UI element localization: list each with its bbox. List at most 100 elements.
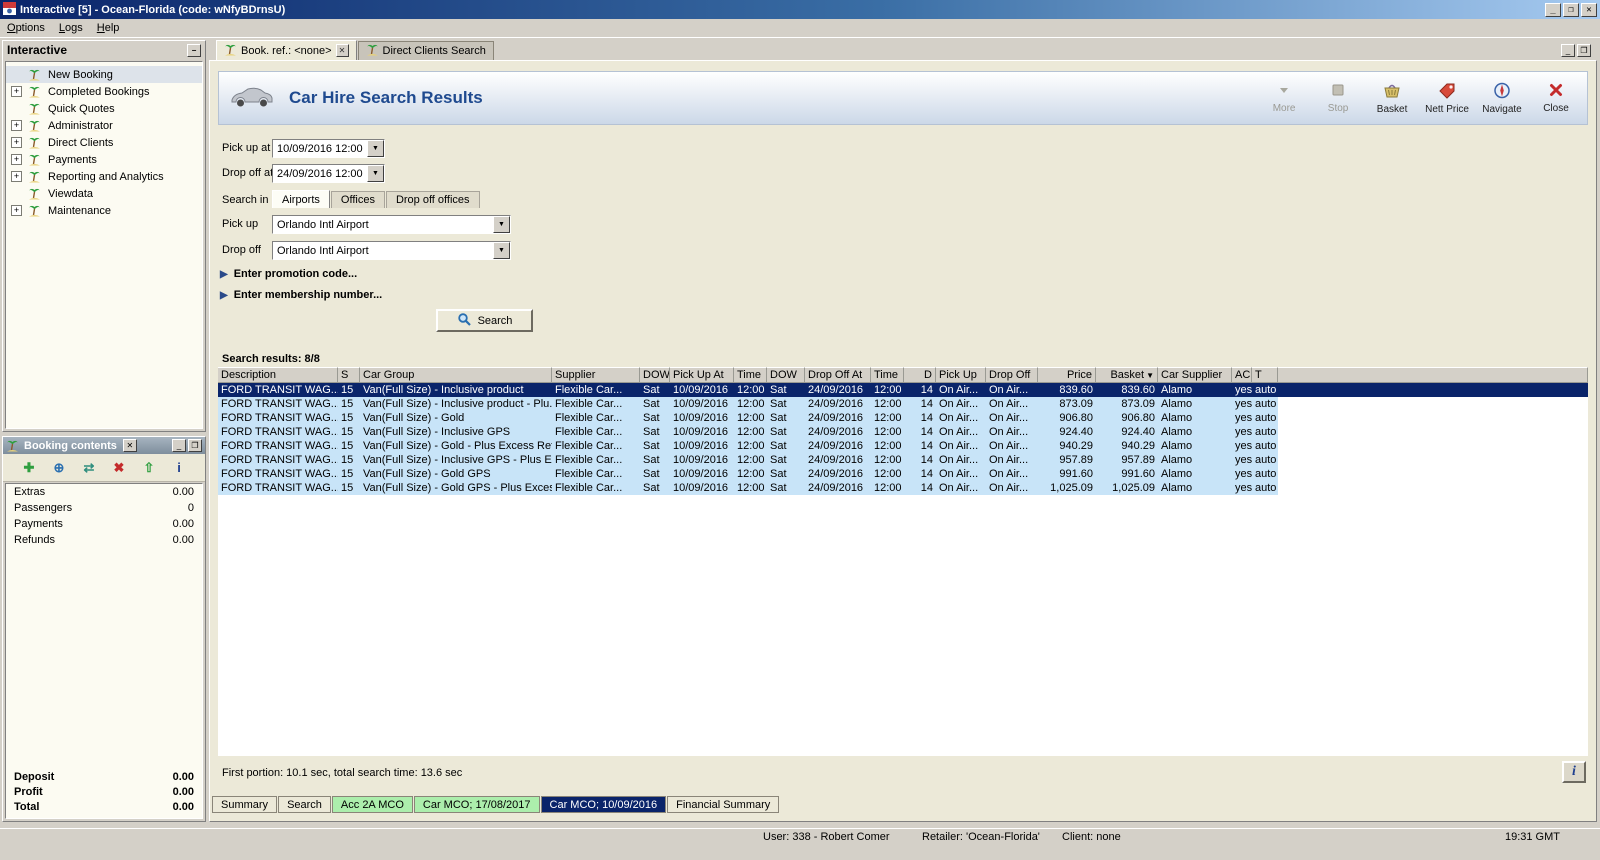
content-panel: Car Hire Search Results More Stop Basket Ne… bbox=[209, 60, 1597, 822]
delete-icon[interactable]: ✖ bbox=[110, 459, 128, 477]
column-header-dow[interactable]: DOW bbox=[767, 367, 805, 383]
transfer-icon[interactable]: ⇄ bbox=[80, 459, 98, 477]
sidebar-item-reporting-and-analytics[interactable]: + Reporting and Analytics bbox=[6, 168, 202, 185]
search-in-tab-airports[interactable]: Airports bbox=[272, 190, 330, 208]
chevron-down-icon[interactable]: ▼ bbox=[493, 216, 510, 233]
column-header-drop-off[interactable]: Drop Off bbox=[986, 367, 1038, 383]
expand-icon[interactable]: + bbox=[11, 154, 22, 165]
pickup-combo[interactable]: Orlando Intl Airport ▼ bbox=[272, 215, 511, 234]
expand-icon[interactable]: + bbox=[11, 120, 22, 131]
bottom-tab-car-mco-17-08-2017[interactable]: Car MCO; 17/08/2017 bbox=[413, 796, 540, 813]
menu-item-options[interactable]: Options bbox=[0, 20, 52, 36]
column-header-ac[interactable]: AC bbox=[1232, 367, 1252, 383]
sidebar-item-new-booking[interactable]: New Booking bbox=[6, 66, 202, 83]
tab-book-ref-none[interactable]: Book. ref.: <none> ✕ bbox=[216, 40, 357, 60]
sidebar-item-label: Maintenance bbox=[48, 204, 111, 217]
info-button[interactable]: i bbox=[1562, 761, 1586, 783]
promotion-expander[interactable]: ▶ Enter promotion code... bbox=[220, 268, 357, 280]
globe-icon[interactable]: ⊕ bbox=[50, 459, 68, 477]
column-header-t[interactable]: T bbox=[1252, 367, 1278, 383]
table-row[interactable]: FORD TRANSIT WAG... 15 Van(Full Size) - Go… bbox=[218, 411, 1588, 425]
table-row[interactable]: FORD TRANSIT WAG... 15 Van(Full Size) - Go… bbox=[218, 439, 1588, 453]
close-button[interactable]: Close bbox=[1535, 82, 1577, 115]
column-header-drop-off-at[interactable]: Drop Off At bbox=[805, 367, 871, 383]
bottom-tab-summary[interactable]: Summary bbox=[212, 796, 278, 813]
bottom-tab-search[interactable]: Search bbox=[278, 796, 331, 813]
move-up-icon[interactable]: ⇧ bbox=[140, 459, 158, 477]
sidebar-item-viewdata[interactable]: Viewdata bbox=[6, 185, 202, 202]
tab-direct-clients-search[interactable]: Direct Clients Search bbox=[357, 41, 494, 60]
expand-icon[interactable]: + bbox=[11, 86, 22, 97]
sidebar-item-completed-bookings[interactable]: + Completed Bookings bbox=[6, 83, 202, 100]
column-header-pick-up[interactable]: Pick Up bbox=[936, 367, 986, 383]
bottom-tab-car-mco-10-09-2016[interactable]: Car MCO; 10/09/2016 bbox=[540, 796, 667, 813]
table-row[interactable]: FORD TRANSIT WAG... 15 Van(Full Size) - In… bbox=[218, 425, 1588, 439]
sidebar-item-administrator[interactable]: + Administrator bbox=[6, 117, 202, 134]
basket-button[interactable]: Basket bbox=[1371, 82, 1413, 115]
info-icon[interactable]: i bbox=[170, 459, 188, 477]
table-row[interactable]: FORD TRANSIT WAG... 15 Van(Full Size) - In… bbox=[218, 453, 1588, 467]
column-header-supplier[interactable]: Supplier bbox=[552, 367, 640, 383]
maximize-icon[interactable]: ❐ bbox=[1563, 2, 1579, 17]
table-row[interactable]: FORD TRANSIT WAG... 15 Van(Full Size) - Go… bbox=[218, 481, 1588, 495]
column-header-dow[interactable]: DOW bbox=[640, 367, 670, 383]
navigate-button[interactable]: Navigate bbox=[1481, 82, 1523, 115]
menu-item-logs[interactable]: Logs bbox=[52, 20, 90, 36]
cell: 924.40 bbox=[1038, 425, 1096, 439]
bottom-tab-financial-summary[interactable]: Financial Summary bbox=[667, 796, 780, 813]
cell: auto bbox=[1252, 453, 1278, 467]
column-header-time[interactable]: Time bbox=[871, 367, 904, 383]
close-icon[interactable]: ✕ bbox=[1581, 2, 1597, 17]
minimize-icon[interactable]: _ bbox=[1561, 44, 1575, 57]
sidebar-item-payments[interactable]: + Payments bbox=[6, 151, 202, 168]
minimize-icon[interactable]: _ bbox=[172, 439, 186, 452]
column-header-d[interactable]: D bbox=[904, 367, 936, 383]
search-in-tab-offices[interactable]: Offices bbox=[330, 191, 385, 208]
menu-item-help[interactable]: Help bbox=[90, 20, 127, 36]
sidebar-item-direct-clients[interactable]: + Direct Clients bbox=[6, 134, 202, 151]
table-row[interactable]: FORD TRANSIT WAG... 15 Van(Full Size) - Go… bbox=[218, 467, 1588, 481]
column-label: Car Group bbox=[363, 369, 415, 381]
sidebar-item-quick-quotes[interactable]: Quick Quotes bbox=[6, 100, 202, 117]
minimize-icon[interactable]: _ bbox=[1545, 2, 1561, 17]
column-header-price[interactable]: Price bbox=[1038, 367, 1096, 383]
membership-expander[interactable]: ▶ Enter membership number... bbox=[220, 289, 382, 301]
cell: 14 bbox=[904, 411, 936, 425]
search-button[interactable]: Search bbox=[436, 309, 533, 332]
expand-icon[interactable]: + bbox=[11, 205, 22, 216]
column-header-pick-up-at[interactable]: Pick Up At bbox=[670, 367, 734, 383]
maximize-icon[interactable]: ❐ bbox=[1577, 44, 1591, 57]
maximize-icon[interactable]: ❐ bbox=[188, 439, 202, 452]
search-in-tab-drop-off-offices[interactable]: Drop off offices bbox=[385, 191, 480, 208]
more-button: More bbox=[1263, 82, 1305, 115]
column-header-car-supplier[interactable]: Car Supplier bbox=[1158, 367, 1232, 383]
expand-icon[interactable]: + bbox=[11, 137, 22, 148]
cell: 24/09/2016 bbox=[805, 383, 871, 397]
basket-icon bbox=[1382, 82, 1402, 102]
bottom-tab-acc-2a-mco[interactable]: Acc 2A MCO bbox=[331, 796, 413, 813]
collapse-icon[interactable]: − bbox=[187, 43, 201, 57]
chevron-down-icon[interactable]: ▼ bbox=[493, 242, 510, 259]
row-filler bbox=[1278, 425, 1588, 439]
table-row[interactable]: FORD TRANSIT WAG... 15 Van(Full Size) - In… bbox=[218, 383, 1588, 397]
column-header-description[interactable]: Description bbox=[218, 367, 338, 383]
cell: Alamo bbox=[1158, 397, 1232, 411]
column-header-time[interactable]: Time bbox=[734, 367, 767, 383]
close-icon[interactable]: ✕ bbox=[122, 439, 137, 452]
chevron-down-icon[interactable]: ▼ bbox=[367, 165, 384, 182]
chevron-down-icon[interactable]: ▼ bbox=[367, 140, 384, 157]
add-icon[interactable]: ✚ bbox=[20, 459, 38, 477]
sidebar-item-maintenance[interactable]: + Maintenance bbox=[6, 202, 202, 219]
column-header-basket[interactable]: Basket ▼ bbox=[1096, 367, 1158, 383]
table-row[interactable]: FORD TRANSIT WAG... 15 Van(Full Size) - In… bbox=[218, 397, 1588, 411]
pickup-at-combo[interactable]: 10/09/2016 12:00 ▼ bbox=[272, 139, 385, 158]
dropoff-at-combo[interactable]: 24/09/2016 12:00 ▼ bbox=[272, 164, 385, 183]
expand-icon[interactable]: + bbox=[11, 171, 22, 182]
column-label: Basket bbox=[1110, 369, 1145, 381]
nett-price-button[interactable]: Nett Price bbox=[1425, 82, 1469, 115]
column-header-car-group[interactable]: Car Group bbox=[360, 367, 552, 383]
dropoff-combo[interactable]: Orlando Intl Airport ▼ bbox=[272, 241, 511, 260]
cell: On Air... bbox=[936, 383, 986, 397]
column-header-s[interactable]: S bbox=[338, 367, 360, 383]
tab-close-icon[interactable]: ✕ bbox=[335, 44, 349, 57]
